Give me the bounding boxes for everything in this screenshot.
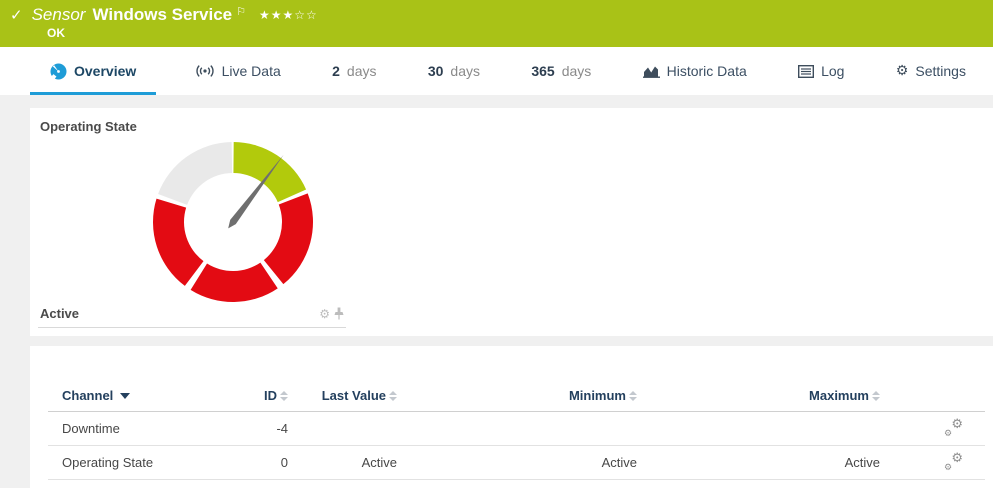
tab-log-label: Log [821,63,844,79]
cell-minimum: Active [397,455,637,470]
gauge-footer: Active ⚙ [38,306,346,328]
gauge-current-value: Active [40,306,79,321]
sort-toggle-icon[interactable] [629,391,637,401]
channel-settings-gears-icon[interactable]: ⚙ ⚙ [944,454,963,471]
pin-icon[interactable] [334,307,344,320]
live-data-broadcast-icon [195,64,215,78]
status-ok-check-icon: ✓ [10,6,23,24]
tab-historic-data-label: Historic Data [667,63,747,79]
tab-2-days[interactable]: 2 days [319,47,389,95]
tab-live-data-label: Live Data [222,63,281,79]
tab-30-days-unit: days [450,63,480,79]
column-header-channel[interactable]: Channel [48,388,188,403]
column-header-channel-label: Channel [62,388,113,403]
sort-toggle-icon[interactable] [280,391,288,401]
channel-table-row[interactable]: Downtime -4 ⚙ ⚙ [48,412,985,446]
cell-channel-name: Operating State [48,455,188,470]
cell-maximum: Active [637,455,880,470]
flag-icon[interactable]: ⚐ [236,5,246,18]
tab-historic-data[interactable]: Historic Data [630,47,760,95]
tab-bar: Overview Live Data 2 days 30 days 365 da… [0,47,993,95]
sensor-status-header: ✓ Sensor Windows Service ⚐ ★★★☆☆ OK [0,0,993,47]
sort-toggle-icon[interactable] [389,391,397,401]
column-header-minimum[interactable]: Minimum [397,388,637,403]
channel-table-header-row: Channel ID Last Value Minimum Maximum [48,380,985,412]
log-list-icon [798,65,814,78]
column-header-minimum-label: Minimum [569,388,626,403]
channel-settings-gears-icon[interactable]: ⚙ ⚙ [944,420,963,437]
tab-log[interactable]: Log [785,47,857,95]
channel-table-row[interactable]: Operating State 0 Active Active Active ⚙… [48,446,985,480]
tab-overview-label: Overview [74,63,136,79]
cell-channel-name: Downtime [48,421,188,436]
cell-last-value: Active [288,455,397,470]
tab-2-days-number: 2 [332,63,340,79]
column-header-last-value[interactable]: Last Value [288,388,397,403]
tab-settings-label: Settings [915,63,966,79]
tab-2-days-unit: days [347,63,377,79]
operating-state-gauge-chart [30,134,993,306]
channel-table-panel: Channel ID Last Value Minimum Maximum [30,346,993,488]
stars-empty[interactable]: ☆☆ [294,8,318,22]
tab-365-days[interactable]: 365 days [518,47,604,95]
operating-state-gauge-panel: Operating State Active ⚙ [30,108,993,336]
column-header-maximum-label: Maximum [809,388,869,403]
column-header-maximum[interactable]: Maximum [637,388,880,403]
sensor-title: Windows Service [92,5,232,25]
tab-365-days-number: 365 [531,63,554,79]
settings-gear-icon: ⚙ [896,63,909,79]
column-header-last-value-label: Last Value [322,388,386,403]
cell-channel-id: 0 [188,455,288,470]
column-header-id-label: ID [264,388,277,403]
sort-descending-icon [120,393,130,399]
object-kind-label: Sensor [32,5,86,25]
priority-stars[interactable]: ★★★☆☆ [259,8,318,22]
cell-channel-id: -4 [188,421,288,436]
gauge-panel-title: Operating State [30,108,993,134]
sort-toggle-icon[interactable] [872,391,880,401]
gauge-icon [50,63,67,80]
content-area: Operating State Active ⚙ Channel ID [0,95,993,488]
gauge-settings-gear-icon[interactable]: ⚙ [319,307,330,321]
tab-30-days[interactable]: 30 days [415,47,493,95]
stars-filled[interactable]: ★★★ [259,8,294,22]
historic-data-chart-icon [643,64,660,79]
channel-table-body: Downtime -4 ⚙ ⚙ Operating State 0 Active… [30,412,993,480]
column-header-id[interactable]: ID [188,388,288,403]
tab-overview[interactable]: Overview [30,47,156,95]
tab-365-days-unit: days [562,63,592,79]
sensor-status-text: OK [47,26,993,40]
tab-live-data[interactable]: Live Data [182,47,294,95]
tab-30-days-number: 30 [428,63,444,79]
tab-settings[interactable]: ⚙ Settings [883,47,979,95]
